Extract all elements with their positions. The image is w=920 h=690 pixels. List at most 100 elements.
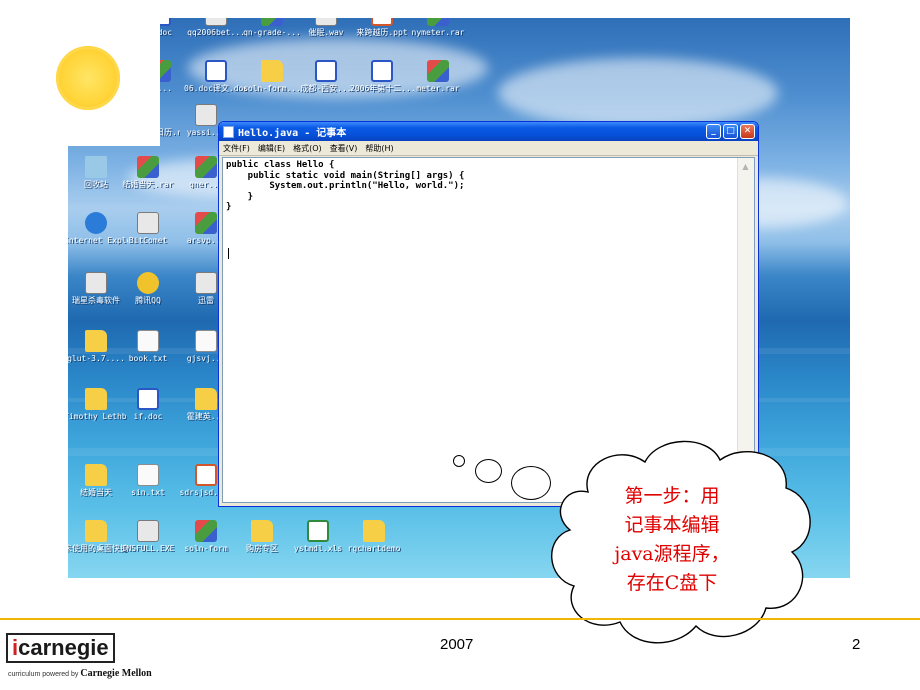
- desktop-icon-label: 催眠.wav: [308, 28, 344, 37]
- desktop-icon[interactable]: 腾讯QQ: [116, 272, 180, 305]
- desktop-icon[interactable]: 购房专区: [230, 520, 294, 553]
- menu-view[interactable]: 查看(V): [330, 143, 358, 154]
- maximize-button[interactable]: □: [723, 124, 738, 139]
- menu-edit[interactable]: 编辑(E): [258, 143, 285, 154]
- sky-cloud: [498, 58, 778, 128]
- bin-file-icon: [85, 156, 107, 178]
- callout-text: 第一步：用 记事本编辑 java源程序， 存在C盘下: [584, 482, 760, 598]
- txt-file-icon: [137, 464, 159, 486]
- desktop-icon-label: 结婚当天.rar: [122, 180, 174, 189]
- icarnegie-logo: icarnegie: [6, 633, 115, 663]
- desktop-icon-label: 腾讯QQ: [135, 296, 161, 305]
- sun-decoration: [56, 46, 120, 110]
- folder-file-icon: [85, 388, 107, 410]
- thought-bubble-small: [453, 455, 465, 467]
- rar-file-icon: [427, 60, 449, 82]
- desktop-icon-label: 2006年第十二...: [350, 84, 414, 93]
- desktop-icon[interactable]: if.doc: [116, 388, 180, 421]
- ppt-file-icon: [195, 464, 217, 486]
- desktop-icon-label: rgchartdemo: [347, 544, 401, 553]
- doc-file-icon: [137, 388, 159, 410]
- footer-rule: [0, 618, 920, 620]
- rar-file-icon: [137, 156, 159, 178]
- desktop-icon-label: if.doc: [133, 412, 163, 421]
- rar-file-icon: [195, 212, 217, 234]
- desktop-icon-label: 成都-西安...: [300, 84, 352, 93]
- desktop-icon[interactable]: 2006年第十二...: [350, 60, 414, 93]
- desktop-icon-label: nymeter.rar: [411, 28, 465, 37]
- desktop-icon[interactable]: 成都-西安...: [294, 60, 358, 93]
- folder-file-icon: [363, 520, 385, 542]
- notepad-icon: [223, 125, 234, 138]
- scroll-up-arrow-icon[interactable]: ▲: [739, 160, 752, 173]
- callout-line: java源程序，: [614, 543, 730, 565]
- desktop-icon[interactable]: sin.txt: [116, 464, 180, 497]
- qq-file-icon: [137, 272, 159, 294]
- app-file-icon: [195, 272, 217, 294]
- folder-file-icon: [195, 388, 217, 410]
- ppt-file-icon: [371, 18, 393, 26]
- xls-file-icon: [307, 520, 329, 542]
- menu-bar: 文件(F) 编辑(E) 格式(O) 查看(V) 帮助(H): [219, 141, 758, 156]
- doc-file-icon: [315, 60, 337, 82]
- doc-file-icon: [205, 60, 227, 82]
- desktop-icon-label: BitComet: [128, 236, 168, 245]
- desktop-icon[interactable]: qq2006bet...: [184, 18, 248, 37]
- app-file-icon: [137, 520, 159, 542]
- page-number: 2: [852, 636, 861, 653]
- app-file-icon: [85, 272, 107, 294]
- window-title: Hello.java - 记事本: [238, 128, 347, 139]
- folder-file-icon: [85, 464, 107, 486]
- desktop-icon-label: 购房专区: [246, 544, 278, 553]
- minimize-button[interactable]: _: [706, 124, 721, 139]
- desktop-icon-label: 06.doc译文.doc: [184, 84, 248, 93]
- desktop-icon[interactable]: book.txt: [116, 330, 180, 363]
- callout-line: 存在C盘下: [626, 572, 718, 594]
- notepad-titlebar[interactable]: Hello.java - 记事本 _ □ ✕: [219, 122, 758, 141]
- desktop-icon-label: ystmdl.xls: [293, 544, 343, 553]
- menu-help[interactable]: 帮助(H): [365, 143, 393, 154]
- app-file-icon: [195, 104, 217, 126]
- desktop-icon-label: book.txt: [128, 354, 168, 363]
- desktop-icon[interactable]: BitComet: [116, 212, 180, 245]
- rar-file-icon: [427, 18, 449, 26]
- desktop-icon-label: 来跨越历.ppt: [356, 28, 408, 37]
- close-button[interactable]: ✕: [740, 124, 755, 139]
- source-code: public class Hello { public static void …: [226, 160, 465, 212]
- desktop-icon[interactable]: ystmdl.xls: [286, 520, 350, 553]
- desktop-icon[interactable]: 来跨越历.ppt: [350, 18, 414, 37]
- desktop-icon[interactable]: INSFULL.EXE: [116, 520, 180, 553]
- rar-file-icon: [261, 18, 283, 26]
- app-file-icon: [205, 18, 227, 26]
- ie-file-icon: [85, 212, 107, 234]
- callout-line: 第一步：用: [624, 485, 720, 507]
- app-file-icon: [137, 212, 159, 234]
- app-file-icon: [315, 18, 337, 26]
- folder-file-icon: [85, 520, 107, 542]
- menu-file[interactable]: 文件(F): [223, 143, 250, 154]
- thought-bubble-medium: [475, 459, 502, 483]
- txt-file-icon: [195, 330, 217, 352]
- desktop-icon-label: qq2006bet...: [187, 28, 245, 37]
- text-caret: [228, 248, 229, 259]
- desktop-icon[interactable]: 06.doc译文.doc: [184, 60, 248, 93]
- desktop-icon[interactable]: 催眠.wav: [294, 18, 358, 37]
- logo-brand: Carnegie Mellon: [80, 668, 152, 679]
- footer-year: 2007: [440, 636, 474, 653]
- rar-file-icon: [195, 156, 217, 178]
- desktop-icon[interactable]: 结婚当天.rar: [116, 156, 180, 189]
- desktop-icon-label: soln-form: [184, 544, 228, 553]
- desktop-icon[interactable]: soln-form: [174, 520, 238, 553]
- menu-format[interactable]: 格式(O): [293, 143, 322, 154]
- desktop-icon[interactable]: nymeter.rar: [406, 18, 470, 37]
- doc-file-icon: [371, 60, 393, 82]
- desktop-icon[interactable]: rgchartdemo: [342, 520, 406, 553]
- folder-file-icon: [85, 330, 107, 352]
- folder-file-icon: [261, 60, 283, 82]
- desktop-icon-label: meter.rar: [416, 84, 460, 93]
- logo-tagline: curriculum powered by Carnegie Mellon: [8, 668, 152, 679]
- folder-file-icon: [251, 520, 273, 542]
- callout-line: 记事本编辑: [624, 514, 720, 536]
- desktop-icon[interactable]: meter.rar: [406, 60, 470, 93]
- rar-file-icon: [195, 520, 217, 542]
